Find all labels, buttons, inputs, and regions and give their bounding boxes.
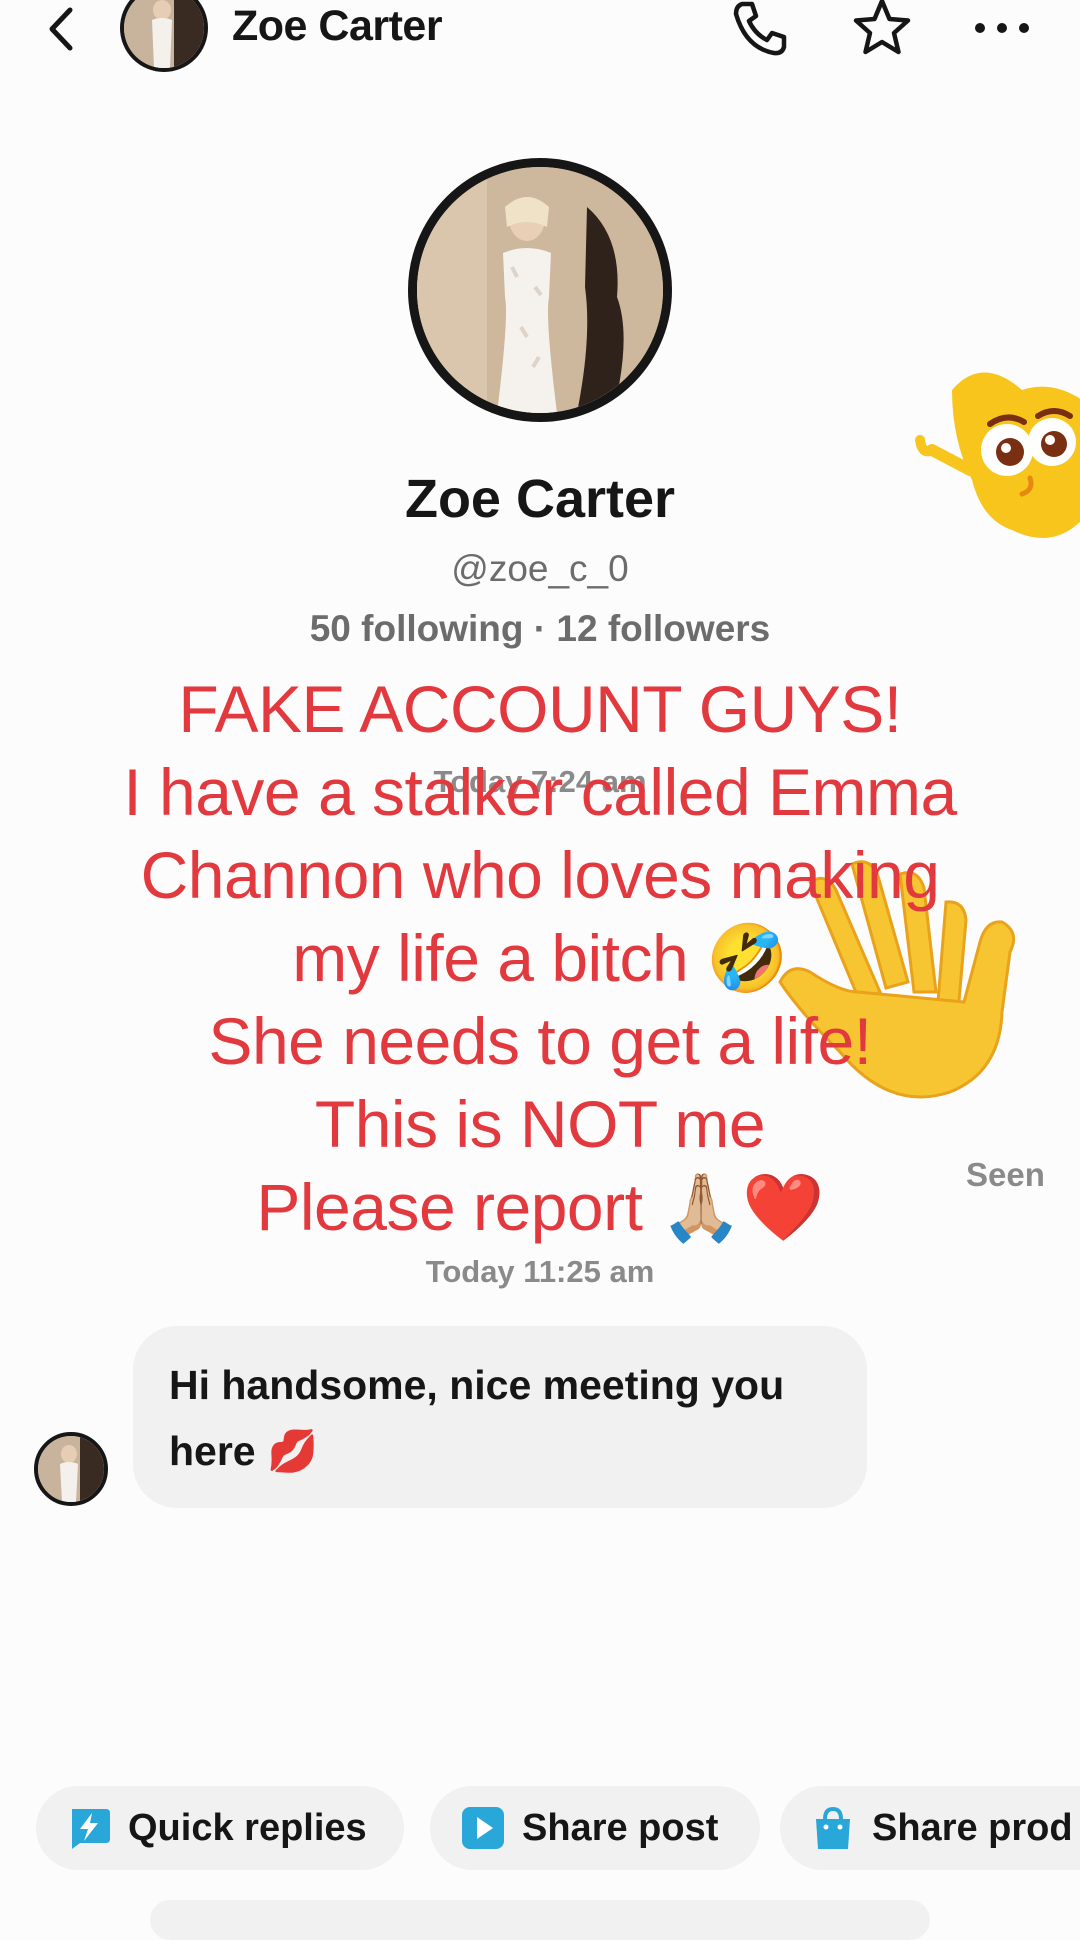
avatar-photo — [38, 1436, 104, 1502]
chip-label: Share post — [522, 1806, 719, 1849]
share-product-button[interactable]: Share prod — [780, 1786, 1080, 1870]
avatar-photo — [124, 0, 204, 68]
message-bubble[interactable]: Hi handsome, nice meeting you here 💋 — [133, 1326, 867, 1508]
header-avatar[interactable] — [120, 0, 208, 72]
call-button[interactable] — [728, 0, 792, 60]
profile-stats: 50 following · 12 followers — [309, 608, 771, 649]
phone-icon — [733, 1, 787, 56]
caption-line: Please report 🙏🏼❤️ — [256, 1170, 824, 1244]
caption-line: my life a bitch 🤣 — [292, 921, 788, 995]
play-icon — [462, 1807, 504, 1849]
caption-line: This is NOT me — [314, 1087, 766, 1161]
chevron-left-icon — [49, 7, 73, 51]
caption-line: She needs to get a life! — [208, 1004, 872, 1078]
caption-line: FAKE ACCOUNT GUYS! — [178, 672, 902, 746]
star-icon — [853, 0, 911, 55]
message-input[interactable] — [150, 1900, 930, 1940]
chip-label: Quick replies — [128, 1806, 367, 1849]
message-text: Hi handsome, nice meeting you here 💋 — [169, 1362, 785, 1474]
back-button[interactable] — [38, 4, 88, 54]
mascot-sticker-icon — [915, 372, 1080, 538]
more-options-button[interactable] — [970, 0, 1034, 60]
share-post-button[interactable]: Share post — [430, 1786, 760, 1870]
favorite-button[interactable] — [850, 0, 914, 60]
profile-photo — [417, 167, 663, 413]
chip-label: Share prod — [872, 1806, 1073, 1849]
shopping-bag-icon — [816, 1806, 850, 1849]
caption-line: I have a stalker called Emma — [123, 755, 957, 829]
profile-avatar[interactable] — [408, 158, 672, 422]
header-contact-name[interactable]: Zoe Carter — [232, 2, 443, 51]
lightning-icon — [72, 1809, 110, 1849]
sender-avatar[interactable] — [34, 1432, 108, 1506]
more-dots-icon — [975, 23, 1029, 33]
message-timestamp: Today 11:25 am — [425, 1254, 655, 1289]
caption-line: Channon who loves making — [140, 838, 940, 912]
quick-replies-button[interactable]: Quick replies — [36, 1786, 404, 1870]
overlay-caption: FAKE ACCOUNT GUYS! I have a stalker call… — [40, 668, 1040, 1249]
